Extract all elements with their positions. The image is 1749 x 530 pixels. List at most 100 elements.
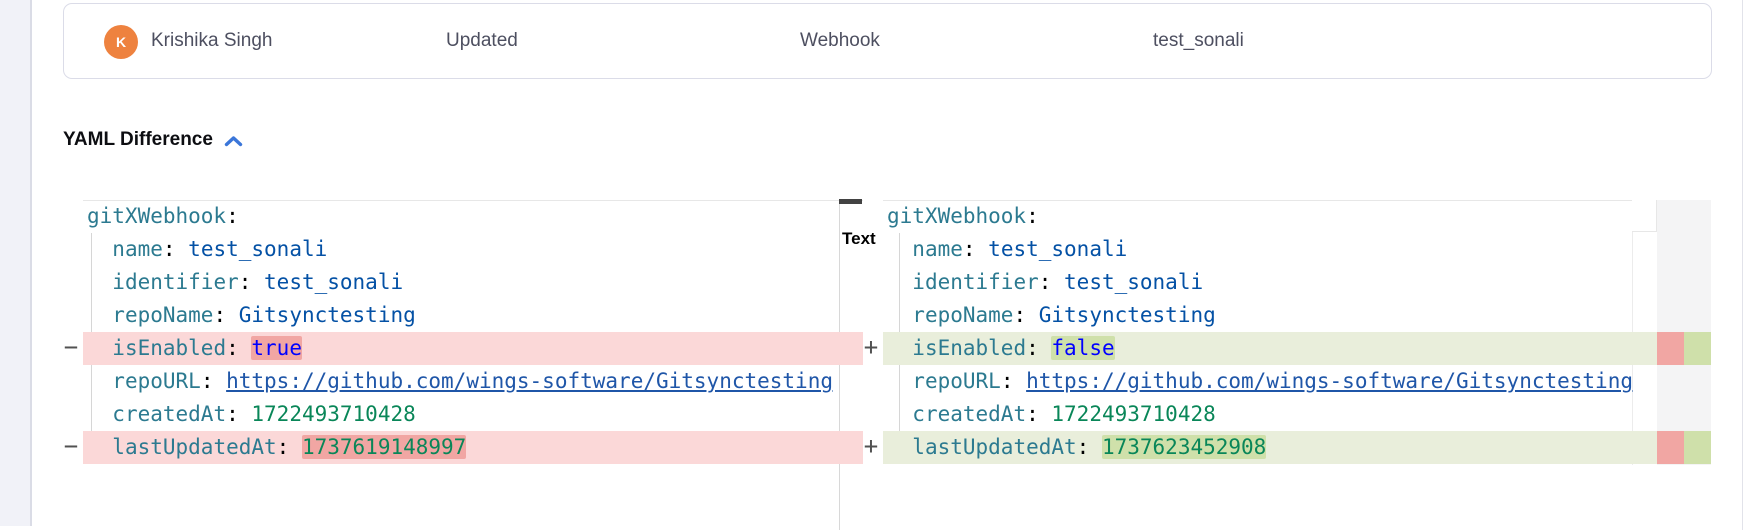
page-left-rail — [0, 0, 32, 526]
code-token-plain: : — [1039, 270, 1064, 294]
container-right-border — [1742, 0, 1743, 530]
code-token-plain: : — [1001, 369, 1026, 393]
code-token-key: repoURL — [112, 369, 201, 393]
code-line-content: gitXWebhook: — [83, 200, 863, 233]
code-line-content: lastUpdatedAt: 1737623452908 — [883, 431, 1657, 464]
code-token-plain — [887, 303, 912, 327]
code-token-value: test_sonali — [1064, 270, 1203, 294]
code-token-plain — [87, 435, 112, 459]
ruler-removed-mark — [1657, 332, 1684, 365]
code-token-key: gitXWebhook — [87, 204, 226, 228]
gutter-spacer — [59, 233, 83, 266]
code-token-number: 1737619148997 — [302, 435, 466, 459]
code-token-plain: : — [1077, 435, 1102, 459]
code-line-content: isEnabled: false — [883, 332, 1657, 365]
code-token-value: test_sonali — [988, 237, 1127, 261]
diff-line: createdAt: 1722493710428 — [859, 398, 1657, 431]
gutter-spacer — [859, 299, 883, 332]
diff-line: gitXWebhook: — [59, 200, 863, 233]
code-token-plain — [887, 237, 912, 261]
code-line-content: gitXWebhook: — [883, 200, 1657, 233]
code-token-plain — [887, 336, 912, 360]
repo-url-link[interactable]: https://github.com/wings-software/Gitsyn… — [1026, 369, 1633, 393]
overview-ruler[interactable] — [1657, 200, 1711, 465]
diff-line-removed: − lastUpdatedAt: 1737619148997 — [59, 431, 863, 464]
code-token-plain — [887, 402, 912, 426]
code-token-key: repoURL — [912, 369, 1001, 393]
gutter-spacer — [59, 365, 83, 398]
code-line-content: identifier: test_sonali — [83, 266, 863, 299]
code-token-key: isEnabled — [112, 336, 226, 360]
code-line-content: name: test_sonali — [83, 233, 863, 266]
section-title: YAML Difference — [63, 129, 213, 151]
diff-line: name: test_sonali — [59, 233, 863, 266]
code-token-plain: : — [213, 303, 238, 327]
code-token-key: isEnabled — [912, 336, 1026, 360]
gutter-spacer — [859, 365, 883, 398]
code-token-key: name — [112, 237, 163, 261]
avatar: K — [104, 25, 138, 59]
code-token-key: gitXWebhook — [887, 204, 1026, 228]
diff-line-removed: − isEnabled: true — [59, 332, 863, 365]
diff-right-editor[interactable]: gitXWebhook: name: test_sonali identifie… — [859, 200, 1657, 464]
diff-line-added: + isEnabled: false — [859, 332, 1657, 365]
audit-action: Updated — [446, 4, 518, 78]
diff-mode-label: Text — [842, 229, 876, 249]
code-token-number: 1722493710428 — [251, 402, 415, 426]
code-token-plain: : — [963, 237, 988, 261]
ruler-removed-mark — [1657, 431, 1684, 464]
code-token-plain: : — [1026, 402, 1051, 426]
code-token-plain: : — [1026, 204, 1039, 228]
gutter-spacer — [859, 398, 883, 431]
code-line-content: name: test_sonali — [883, 233, 1657, 266]
overview-ruler-notch — [1632, 200, 1657, 232]
code-token-value: test_sonali — [264, 270, 403, 294]
diff-left-editor[interactable]: gitXWebhook: name: test_sonali identifie… — [59, 200, 863, 464]
code-token-plain — [87, 237, 112, 261]
added-line-marker: + — [859, 431, 883, 464]
diff-line: repoName: Gitsynctesting — [59, 299, 863, 332]
code-token-plain — [887, 435, 912, 459]
audit-entry-row[interactable]: K Krishika Singh Updated Webhook test_so… — [63, 3, 1712, 79]
audit-resource-name: test_sonali — [1153, 4, 1244, 78]
code-token-plain: : — [239, 270, 264, 294]
code-token-plain — [87, 303, 112, 327]
code-token-key: lastUpdatedAt — [912, 435, 1076, 459]
code-token-plain: : — [226, 204, 239, 228]
gutter-spacer — [59, 398, 83, 431]
removed-line-marker: − — [59, 332, 83, 365]
code-token-plain: : — [277, 435, 302, 459]
code-token-plain: : — [226, 402, 251, 426]
added-line-marker: + — [859, 332, 883, 365]
code-token-key: lastUpdatedAt — [112, 435, 276, 459]
code-token-plain: : — [201, 369, 226, 393]
code-line-content: isEnabled: true — [83, 332, 863, 365]
code-token-plain — [87, 270, 112, 294]
diff-line: gitXWebhook: — [859, 200, 1657, 233]
code-token-plain — [887, 369, 912, 393]
audit-resource-type: Webhook — [800, 4, 880, 78]
code-token-key: repoName — [112, 303, 213, 327]
code-token-value: Gitsynctesting — [1039, 303, 1216, 327]
gutter-spacer — [859, 266, 883, 299]
code-line-content: identifier: test_sonali — [883, 266, 1657, 299]
diff-sash-handle[interactable] — [839, 199, 862, 204]
code-token-plain — [87, 402, 112, 426]
code-token-number: 1737623452908 — [1102, 435, 1266, 459]
code-token-key: createdAt — [112, 402, 226, 426]
code-token-key: identifier — [912, 270, 1038, 294]
removed-line-marker: − — [59, 431, 83, 464]
code-line-content: createdAt: 1722493710428 — [83, 398, 863, 431]
audit-user: Krishika Singh — [151, 4, 272, 78]
code-token-key: createdAt — [912, 402, 1026, 426]
code-token-bool: true — [251, 336, 302, 360]
repo-url-link[interactable]: https://github.com/wings-software/Gitsyn… — [226, 369, 833, 393]
overview-ruler-change-mark — [1657, 332, 1711, 365]
gutter-spacer — [59, 200, 83, 233]
chevron-up-icon[interactable] — [223, 134, 244, 149]
gutter-spacer — [59, 266, 83, 299]
avatar-initial: K — [116, 34, 126, 50]
code-token-plain: : — [226, 336, 251, 360]
diff-line-added: + lastUpdatedAt: 1737623452908 — [859, 431, 1657, 464]
code-line-content: repoName: Gitsynctesting — [883, 299, 1657, 332]
